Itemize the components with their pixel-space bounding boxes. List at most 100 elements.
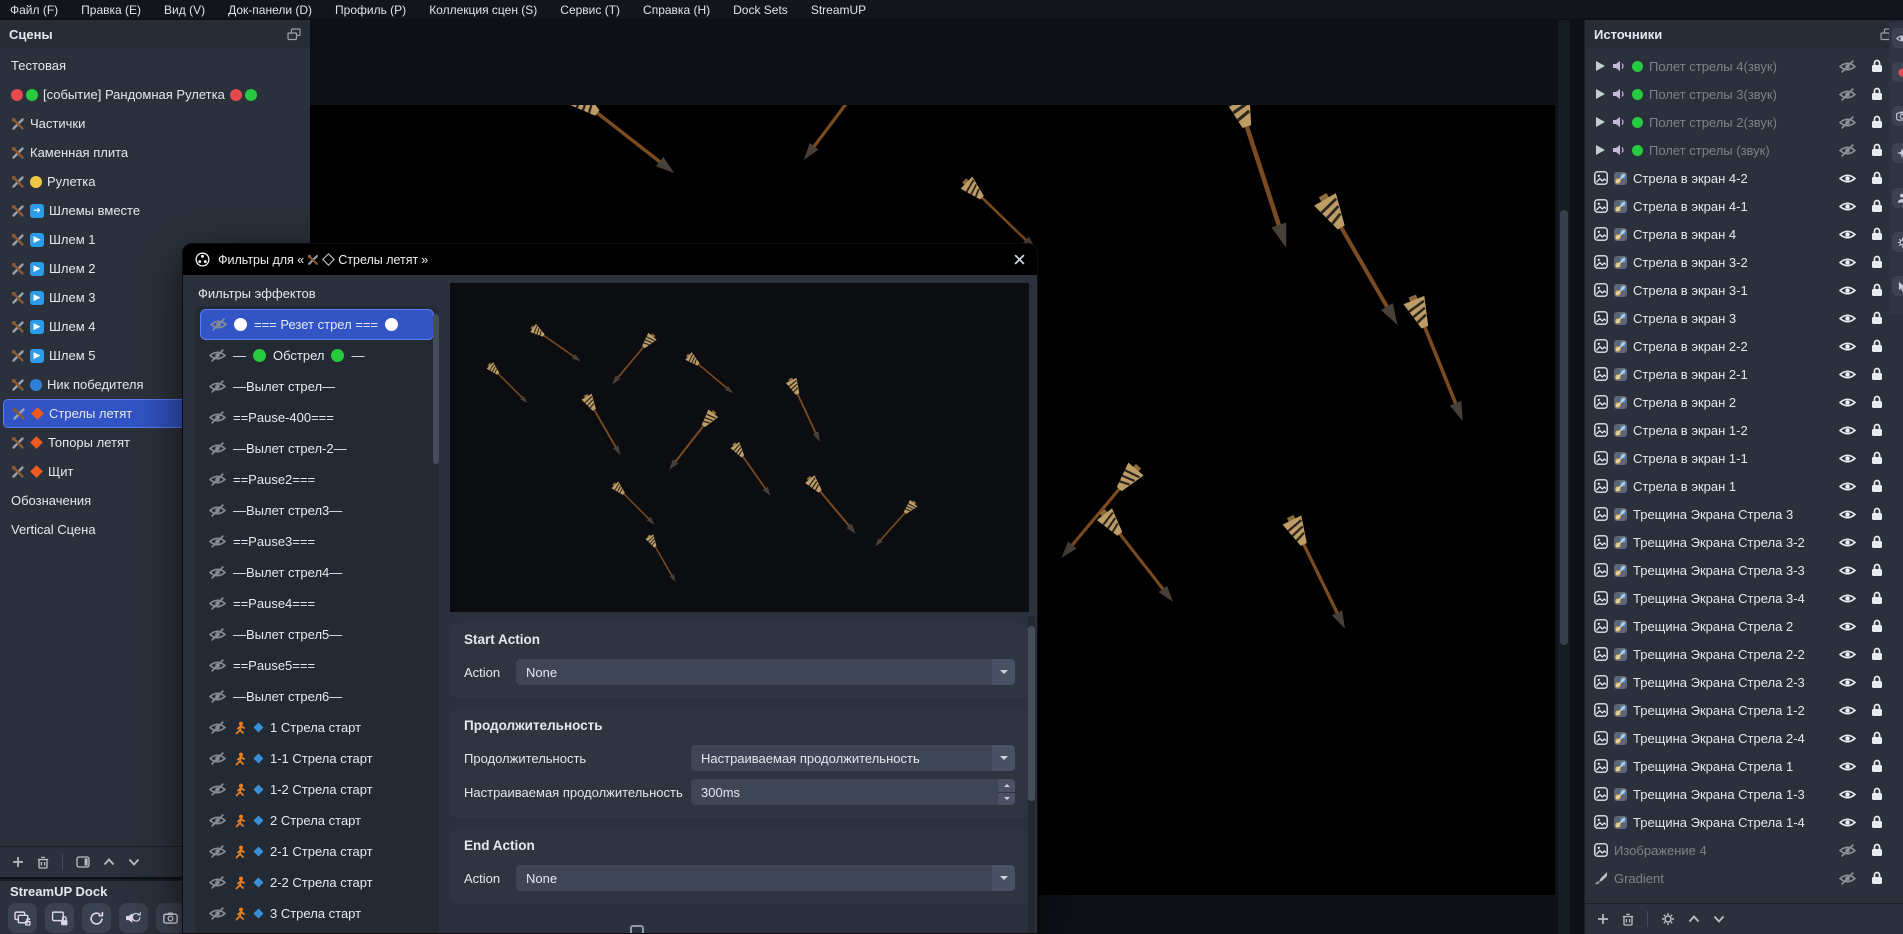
move-source-up-button[interactable] (1688, 915, 1700, 923)
custom-duration-input[interactable]: 300ms (691, 779, 1015, 805)
lock-icon[interactable] (1871, 703, 1883, 717)
filter-disabled-eye-icon[interactable] (209, 504, 226, 517)
visibility-eye-slash-icon[interactable] (1839, 872, 1856, 885)
source-item[interactable]: Полет стрелы 2(звук) (1585, 108, 1903, 136)
visibility-eye-slash-icon[interactable] (1839, 60, 1856, 73)
source-item[interactable]: Стрела в экран 3-1 (1585, 276, 1903, 304)
lock-icon[interactable] (1871, 227, 1883, 241)
lock-icon[interactable] (1871, 339, 1883, 353)
end-action-select[interactable]: None (516, 865, 1015, 891)
unlock-all-sources-button[interactable] (8, 903, 37, 933)
filter-item[interactable]: 2 Стрела старт (200, 805, 434, 836)
source-item[interactable]: Стрела в экран 4 (1585, 220, 1903, 248)
lock-icon[interactable] (1871, 619, 1883, 633)
filter-item[interactable]: 2-1 Стрела старт (200, 836, 434, 867)
lock-icon[interactable] (1871, 647, 1883, 661)
filter-disabled-eye-icon[interactable] (209, 349, 226, 362)
lock-icon[interactable] (1871, 423, 1883, 437)
lock-icon[interactable] (1871, 451, 1883, 465)
move-scene-up-button[interactable] (103, 858, 115, 866)
dock-strip-gear-button[interactable] (1892, 232, 1903, 252)
duration-mode-select[interactable]: Настраиваемая продолжительность (691, 745, 1015, 771)
lock-icon[interactable] (1871, 507, 1883, 521)
source-item[interactable]: Gradient (1585, 864, 1903, 892)
filter-item[interactable]: 1 Стрела старт (200, 712, 434, 743)
filter-item[interactable]: ==Pause3=== (200, 526, 434, 557)
filter-disabled-eye-icon[interactable] (209, 752, 226, 765)
visibility-eye-icon[interactable] (1839, 732, 1856, 745)
menu-item[interactable]: Справка (H) (643, 3, 710, 17)
menu-item[interactable]: Правка (E) (81, 3, 141, 17)
source-item[interactable]: Трещина Экрана Стрела 2 (1585, 612, 1903, 640)
filter-disabled-eye-icon[interactable] (209, 411, 226, 424)
source-item[interactable]: Трещина Экрана Стрела 3-4 (1585, 584, 1903, 612)
remove-scene-button[interactable] (37, 856, 49, 869)
lock-icon[interactable] (1871, 283, 1883, 297)
video-capture-settings-button[interactable] (156, 903, 185, 933)
source-item[interactable]: Полет стрелы 4(звук) (1585, 52, 1903, 80)
filter-item[interactable]: ==Pause2=== (200, 464, 434, 495)
visibility-eye-icon[interactable] (1839, 452, 1856, 465)
visibility-eye-icon[interactable] (1839, 368, 1856, 381)
menu-item[interactable]: Вид (V) (164, 3, 205, 17)
visibility-eye-icon[interactable] (1839, 284, 1856, 297)
menu-item[interactable]: StreamUP (811, 3, 866, 17)
visibility-eye-icon[interactable] (1839, 200, 1856, 213)
visibility-eye-icon[interactable] (1839, 340, 1856, 353)
lock-icon[interactable] (1871, 143, 1883, 157)
filter-disabled-eye-icon[interactable] (209, 442, 226, 455)
filter-list-scrollbar-thumb[interactable] (433, 314, 439, 464)
menu-item[interactable]: Док-панели (D) (228, 3, 312, 17)
lock-icon[interactable] (1871, 479, 1883, 493)
menu-item[interactable]: Профиль (P) (335, 3, 406, 17)
filter-disabled-eye-icon[interactable] (209, 907, 226, 920)
filter-disabled-eye-icon[interactable] (209, 876, 226, 889)
visibility-eye-icon[interactable] (1839, 704, 1856, 717)
visibility-eye-slash-icon[interactable] (1839, 844, 1856, 857)
filter-item[interactable]: 2-2 Стрела старт (200, 867, 434, 898)
menu-item[interactable]: Dock Sets (733, 3, 788, 17)
lock-icon[interactable] (1871, 787, 1883, 801)
source-item[interactable]: Стрела в экран 2-1 (1585, 360, 1903, 388)
filter-disabled-eye-icon[interactable] (209, 721, 226, 734)
menu-item[interactable]: Коллекция сцен (S) (429, 3, 537, 17)
move-source-down-button[interactable] (1713, 915, 1725, 923)
source-item[interactable]: Трещина Экрана Стрела 3 (1585, 500, 1903, 528)
visibility-eye-icon[interactable] (1839, 256, 1856, 269)
source-item[interactable]: Стрела в экран 3 (1585, 304, 1903, 332)
source-item[interactable]: Трещина Экрана Стрела 3-2 (1585, 528, 1903, 556)
visibility-eye-icon[interactable] (1839, 648, 1856, 661)
visibility-eye-slash-icon[interactable] (1839, 144, 1856, 157)
dialog-titlebar[interactable]: Фильтры для « Стрелы летят » (183, 244, 1037, 275)
refresh-browser-sources-button[interactable] (82, 903, 111, 933)
menu-item[interactable]: Сервис (T) (560, 3, 620, 17)
scene-item[interactable]: ➜ ▶ Шлемы вместе (3, 196, 307, 225)
source-item[interactable]: Стрела в экран 4-2 (1585, 164, 1903, 192)
source-item[interactable]: Трещина Экрана Стрела 1 (1585, 752, 1903, 780)
scene-item[interactable]: ➜ ▶ [событие] Рандомная Рулетка (3, 80, 307, 109)
visibility-eye-icon[interactable] (1839, 788, 1856, 801)
lock-icon[interactable] (1871, 311, 1883, 325)
filter-item[interactable]: —Вылет стрел5— (200, 619, 434, 650)
filter-disabled-eye-icon[interactable] (209, 597, 226, 610)
filter-disabled-eye-icon[interactable] (209, 566, 226, 579)
filter-item[interactable]: ==Pause4=== (200, 588, 434, 619)
dock-strip-camera-button[interactable] (1892, 106, 1903, 126)
lock-icon[interactable] (1871, 731, 1883, 745)
visibility-eye-icon[interactable] (1839, 424, 1856, 437)
filter-disabled-eye-icon[interactable] (209, 628, 226, 641)
lock-icon[interactable] (1871, 843, 1883, 857)
visibility-eye-icon[interactable] (1839, 508, 1856, 521)
lock-icon[interactable] (1871, 535, 1883, 549)
menu-item[interactable]: Файл (F) (10, 3, 58, 17)
filter-disabled-eye-icon[interactable] (210, 318, 227, 331)
filter-item[interactable]: === Резет стрел === (200, 309, 434, 340)
visibility-eye-slash-icon[interactable] (1839, 116, 1856, 129)
filter-disabled-eye-icon[interactable] (209, 845, 226, 858)
source-item[interactable]: Трещина Экрана Стрела 3-3 (1585, 556, 1903, 584)
source-item[interactable]: Трещина Экрана Стрела 2-3 (1585, 668, 1903, 696)
dock-strip-star-button[interactable] (1892, 143, 1903, 163)
lock-icon[interactable] (1871, 395, 1883, 409)
settings-scrollbar-thumb[interactable] (1028, 626, 1035, 801)
start-action-select[interactable]: None (516, 659, 1015, 685)
